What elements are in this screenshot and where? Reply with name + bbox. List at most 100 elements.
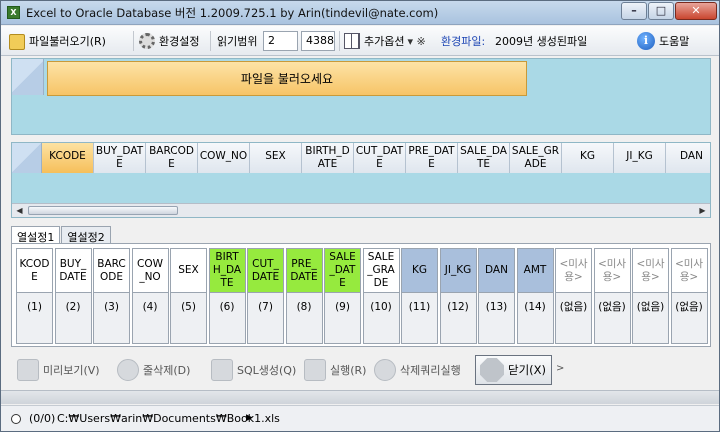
play-icon[interactable]: ▶ xyxy=(246,413,253,423)
record-count: (0/0) xyxy=(29,412,56,425)
grid-header-cell[interactable]: KG xyxy=(562,143,614,173)
grid-header-cell[interactable]: SALE_DATE xyxy=(458,143,510,173)
column-mapping-name: <미사용> xyxy=(556,249,591,293)
read-range-label: 읽기범위 xyxy=(217,35,258,48)
column-mapping-index: (5) xyxy=(171,293,206,343)
column-mapping-box[interactable]: <미사용> (없음) xyxy=(593,248,631,344)
read-range-to-input[interactable]: 4388 xyxy=(301,31,335,51)
column-mapping-index: (9) xyxy=(325,293,360,343)
grid-header-cell[interactable]: CUT_DATE xyxy=(354,143,406,173)
column-mapping-name: <미사용> xyxy=(594,249,630,293)
grid-header-cell[interactable]: BARCODE xyxy=(146,143,198,173)
column-mapping-box[interactable]: BUY_DATE (2) xyxy=(54,248,92,344)
add-options-button[interactable]: 추가옵션 ▾ ※ xyxy=(344,32,426,50)
column-mapping-name: BUY_DATE xyxy=(55,249,91,293)
grid-header-cell[interactable]: JI_KG xyxy=(614,143,666,173)
window-controls: – □ ✕ xyxy=(620,2,717,20)
horizontal-scrollbar[interactable]: ◀ ▶ xyxy=(12,203,710,217)
grid-icon xyxy=(344,33,360,49)
grid-header-cell[interactable]: COW_NO xyxy=(198,143,250,173)
arrow-down-icon xyxy=(211,359,233,381)
column-mapping-box[interactable]: DAN (13) xyxy=(478,248,515,344)
title-bar: X Excel to Oracle Database 버전 1.2009.725… xyxy=(1,1,719,25)
column-settings-tabs: 열설정1 열설정2 xyxy=(11,226,112,245)
help-button[interactable]: i 도움말 xyxy=(637,32,689,50)
file-load-panel: 파일을 불러오세요 xyxy=(11,58,711,135)
delete-rows-label: 줄삭제(D) xyxy=(143,364,191,377)
run-button[interactable]: 실행(R) xyxy=(304,358,366,382)
column-mapping-box[interactable]: COW_NO (4) xyxy=(131,248,169,344)
column-mapping-index: (3) xyxy=(94,293,129,343)
data-grid: KCODE BUY_DATE BARCODE COW_NO SEX BIRTH_DATE C… xyxy=(11,142,711,218)
preview-button[interactable]: 미리보기(V) xyxy=(17,358,100,382)
delete-rows-button[interactable]: 줄삭제(D) xyxy=(117,358,190,382)
column-mapping-name: <미사용> xyxy=(671,249,707,293)
env-settings-button[interactable]: 환경설정 xyxy=(139,32,199,50)
column-mapping-box[interactable]: JI_KG (12) xyxy=(439,248,477,344)
status-bar: (0/0) C:₩Users₩arin₩Documents₩Book1.xls … xyxy=(1,405,719,431)
minimize-icon: – xyxy=(631,4,637,17)
column-mapping-index: (없음) xyxy=(633,293,668,343)
column-mapping-box[interactable]: <미사용> (없음) xyxy=(670,248,708,344)
progress-bar xyxy=(1,390,719,404)
column-mapping-name: COW_NO xyxy=(132,249,168,293)
minimize-button[interactable]: – xyxy=(621,2,647,20)
more-arrow-icon[interactable]: > xyxy=(556,363,564,374)
column-mapping-box[interactable]: SALE_GRADE (10) xyxy=(362,248,400,344)
app-window: X Excel to Oracle Database 버전 1.2009.725… xyxy=(0,0,720,432)
grid-header-cell[interactable]: SALE_GRADE xyxy=(510,143,562,173)
grid-header-cell[interactable]: PRE_DATE xyxy=(406,143,458,173)
column-mapping-index: (13) xyxy=(479,293,514,343)
grid-header-cell[interactable]: DAN xyxy=(666,143,710,173)
column-mapping-index: (없음) xyxy=(594,293,630,343)
maximize-icon: □ xyxy=(655,4,667,17)
grid-header-cell[interactable]: BUY_DATE xyxy=(94,143,146,173)
scroll-left-icon[interactable]: ◀ xyxy=(13,205,26,216)
column-mapping-index: (8) xyxy=(286,293,322,343)
column-mapping-index: (4) xyxy=(132,293,168,343)
column-mapping-box[interactable]: <미사용> (없음) xyxy=(632,248,669,344)
column-mapping-box[interactable]: SALE_DATE (9) xyxy=(324,248,361,344)
column-mapping-box[interactable]: BARCODE (3) xyxy=(93,248,130,344)
grid-corner xyxy=(12,143,42,173)
column-mapping-index: (7) xyxy=(248,293,283,343)
delete-query-run-button[interactable]: 삭제쿼리실행 xyxy=(374,358,461,382)
status-indicator-icon xyxy=(11,414,21,424)
close-window-button[interactable]: ✕ xyxy=(675,2,717,20)
toolbar: 파일불러오기(R) 환경설정 읽기범위 2 4388 추가옵션 ▾ ※ 환경파일… xyxy=(1,26,719,56)
window-title: Excel to Oracle Database 버전 1.2009.725.1… xyxy=(26,6,439,20)
column-mapping-name: DAN xyxy=(479,249,514,293)
scroll-right-icon[interactable]: ▶ xyxy=(696,205,709,216)
column-mapping-box[interactable]: KG (11) xyxy=(401,248,438,344)
grid-header-cell[interactable]: SEX xyxy=(250,143,302,173)
file-load-button[interactable]: 파일불러오기(R) xyxy=(9,32,106,50)
column-mapping-box[interactable]: CUT_DATE (7) xyxy=(247,248,284,344)
gear-icon xyxy=(139,33,155,49)
no-entry-icon xyxy=(374,359,396,381)
tab-column-settings-2[interactable]: 열설정2 xyxy=(61,226,111,244)
column-mapping-name: PRE_DATE xyxy=(286,249,322,293)
column-mapping-box[interactable]: BIRTH_DATE (6) xyxy=(208,248,246,344)
column-mapping-box[interactable]: KCODE (1) xyxy=(16,248,53,344)
maximize-button[interactable]: □ xyxy=(648,2,674,20)
column-mapping-box[interactable]: SEX (5) xyxy=(170,248,207,344)
sql-generate-button[interactable]: SQL생성(Q) xyxy=(211,358,296,382)
column-mapping-box[interactable]: AMT (14) xyxy=(516,248,554,344)
grid-header-cell[interactable]: BIRTH_DATE xyxy=(302,143,354,173)
column-mapping-index: (11) xyxy=(402,293,437,343)
column-mapping-box[interactable]: PRE_DATE (8) xyxy=(285,248,323,344)
column-mapping-name: SALE_GRADE xyxy=(363,249,399,293)
scroll-thumb[interactable] xyxy=(28,206,178,215)
stop-icon xyxy=(480,358,504,382)
column-mapping-index: (없음) xyxy=(671,293,707,343)
read-range-from-input[interactable]: 2 xyxy=(263,31,298,51)
toolbar-divider xyxy=(339,31,340,51)
column-mapping-index: (1) xyxy=(17,293,52,343)
column-mapping-box[interactable]: <미사용> (없음) xyxy=(555,248,592,344)
grid-header-cell[interactable]: KCODE xyxy=(42,143,94,173)
grid-corner xyxy=(12,59,44,95)
close-button[interactable]: 닫기(X) xyxy=(475,355,552,385)
column-mapping-index: (없음) xyxy=(556,293,591,343)
column-mapping-name: AMT xyxy=(517,249,553,293)
load-file-prompt-button[interactable]: 파일을 불러오세요 xyxy=(47,61,527,96)
